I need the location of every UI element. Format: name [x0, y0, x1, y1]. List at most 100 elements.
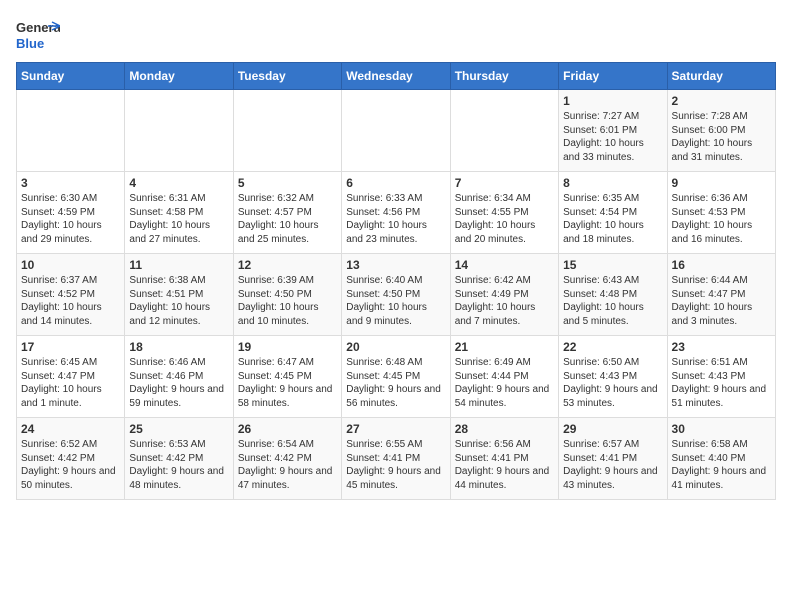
- day-number: 1: [563, 94, 662, 108]
- day-info: Sunrise: 6:37 AM Sunset: 4:52 PM Dayligh…: [21, 274, 120, 328]
- day-number: 12: [238, 258, 337, 272]
- col-header-thursday: Thursday: [450, 63, 558, 90]
- day-number: 13: [346, 258, 445, 272]
- day-info: Sunrise: 6:50 AM Sunset: 4:43 PM Dayligh…: [563, 356, 662, 410]
- day-number: 27: [346, 422, 445, 436]
- calendar-cell: 25 Sunrise: 6:53 AM Sunset: 4:42 PM Dayli…: [125, 418, 233, 500]
- day-number: 28: [455, 422, 554, 436]
- calendar-cell: 4 Sunrise: 6:31 AM Sunset: 4:58 PM Daylig…: [125, 172, 233, 254]
- calendar-cell: 13Sunrise: 6:40 AM Sunset: 4:50 PM Dayli…: [342, 254, 450, 336]
- day-info: Sunrise: 6:51 AM Sunset: 4:43 PM Dayligh…: [672, 356, 771, 410]
- day-number: 3: [21, 176, 120, 190]
- calendar-cell: 7 Sunrise: 6:34 AM Sunset: 4:55 PM Daylig…: [450, 172, 558, 254]
- day-number: 21: [455, 340, 554, 354]
- day-number: 20: [346, 340, 445, 354]
- day-number: 29: [563, 422, 662, 436]
- col-header-friday: Friday: [559, 63, 667, 90]
- calendar-cell: 19Sunrise: 6:47 AM Sunset: 4:45 PM Dayli…: [233, 336, 341, 418]
- day-info: Sunrise: 6:34 AM Sunset: 4:55 PM Dayligh…: [455, 192, 554, 246]
- day-info: Sunrise: 6:56 AM Sunset: 4:41 PM Dayligh…: [455, 438, 554, 492]
- day-info: Sunrise: 6:46 AM Sunset: 4:46 PM Dayligh…: [129, 356, 228, 410]
- calendar-cell: 9 Sunrise: 6:36 AM Sunset: 4:53 PM Daylig…: [667, 172, 775, 254]
- calendar-cell: 14 Sunrise: 6:42 AM Sunset: 4:49 PM Dayli…: [450, 254, 558, 336]
- week-row-1: 1 Sunrise: 7:27 AM Sunset: 6:01 PM Daylig…: [17, 90, 776, 172]
- day-info: Sunrise: 6:57 AM Sunset: 4:41 PM Dayligh…: [563, 438, 662, 492]
- calendar-cell: 1 Sunrise: 7:27 AM Sunset: 6:01 PM Daylig…: [559, 90, 667, 172]
- day-number: 19: [238, 340, 337, 354]
- day-number: 5: [238, 176, 337, 190]
- calendar-cell: [17, 90, 125, 172]
- day-number: 10: [21, 258, 120, 272]
- day-number: 30: [672, 422, 771, 436]
- calendar-cell: 11 Sunrise: 6:38 AM Sunset: 4:51 PM Dayli…: [125, 254, 233, 336]
- day-info: Sunrise: 6:43 AM Sunset: 4:48 PM Dayligh…: [563, 274, 662, 328]
- calendar-header-row: SundayMondayTuesdayWednesdayThursdayFrid…: [17, 63, 776, 90]
- week-row-4: 17 Sunrise: 6:45 AM Sunset: 4:47 PM Dayli…: [17, 336, 776, 418]
- day-info: Sunrise: 6:39 AM Sunset: 4:50 PM Dayligh…: [238, 274, 337, 328]
- day-number: 9: [672, 176, 771, 190]
- col-header-sunday: Sunday: [17, 63, 125, 90]
- svg-text:Blue: Blue: [16, 36, 44, 51]
- calendar-cell: 3 Sunrise: 6:30 AM Sunset: 4:59 PM Daylig…: [17, 172, 125, 254]
- day-info: Sunrise: 6:52 AM Sunset: 4:42 PM Dayligh…: [21, 438, 120, 492]
- day-number: 4: [129, 176, 228, 190]
- day-info: Sunrise: 6:48 AM Sunset: 4:45 PM Dayligh…: [346, 356, 445, 410]
- day-info: Sunrise: 6:44 AM Sunset: 4:47 PM Dayligh…: [672, 274, 771, 328]
- day-number: 24: [21, 422, 120, 436]
- day-info: Sunrise: 7:27 AM Sunset: 6:01 PM Dayligh…: [563, 110, 662, 164]
- day-info: Sunrise: 6:42 AM Sunset: 4:49 PM Dayligh…: [455, 274, 554, 328]
- logo-svg: General Blue: [16, 16, 60, 54]
- day-number: 23: [672, 340, 771, 354]
- logo: General Blue: [16, 16, 60, 54]
- col-header-saturday: Saturday: [667, 63, 775, 90]
- calendar-cell: [233, 90, 341, 172]
- day-info: Sunrise: 7:28 AM Sunset: 6:00 PM Dayligh…: [672, 110, 771, 164]
- day-info: Sunrise: 6:35 AM Sunset: 4:54 PM Dayligh…: [563, 192, 662, 246]
- calendar-cell: 26Sunrise: 6:54 AM Sunset: 4:42 PM Dayli…: [233, 418, 341, 500]
- day-number: 8: [563, 176, 662, 190]
- day-number: 17: [21, 340, 120, 354]
- calendar-cell: 27 Sunrise: 6:55 AM Sunset: 4:41 PM Dayli…: [342, 418, 450, 500]
- calendar-cell: 17 Sunrise: 6:45 AM Sunset: 4:47 PM Dayli…: [17, 336, 125, 418]
- calendar-cell: 5 Sunrise: 6:32 AM Sunset: 4:57 PM Daylig…: [233, 172, 341, 254]
- calendar-cell: 16 Sunrise: 6:44 AM Sunset: 4:47 PM Dayli…: [667, 254, 775, 336]
- day-info: Sunrise: 6:30 AM Sunset: 4:59 PM Dayligh…: [21, 192, 120, 246]
- calendar-cell: 30 Sunrise: 6:58 AM Sunset: 4:40 PM Dayli…: [667, 418, 775, 500]
- day-info: Sunrise: 6:38 AM Sunset: 4:51 PM Dayligh…: [129, 274, 228, 328]
- day-info: Sunrise: 6:36 AM Sunset: 4:53 PM Dayligh…: [672, 192, 771, 246]
- calendar-cell: 8 Sunrise: 6:35 AM Sunset: 4:54 PM Daylig…: [559, 172, 667, 254]
- calendar-cell: [125, 90, 233, 172]
- calendar-table: SundayMondayTuesdayWednesdayThursdayFrid…: [16, 62, 776, 500]
- col-header-monday: Monday: [125, 63, 233, 90]
- calendar-cell: 15 Sunrise: 6:43 AM Sunset: 4:48 PM Dayli…: [559, 254, 667, 336]
- calendar-cell: 21 Sunrise: 6:49 AM Sunset: 4:44 PM Dayli…: [450, 336, 558, 418]
- day-info: Sunrise: 6:58 AM Sunset: 4:40 PM Dayligh…: [672, 438, 771, 492]
- calendar-cell: 18 Sunrise: 6:46 AM Sunset: 4:46 PM Dayli…: [125, 336, 233, 418]
- day-number: 2: [672, 94, 771, 108]
- calendar-cell: 20 Sunrise: 6:48 AM Sunset: 4:45 PM Dayli…: [342, 336, 450, 418]
- day-info: Sunrise: 6:45 AM Sunset: 4:47 PM Dayligh…: [21, 356, 120, 410]
- calendar-cell: 28 Sunrise: 6:56 AM Sunset: 4:41 PM Dayli…: [450, 418, 558, 500]
- day-info: Sunrise: 6:53 AM Sunset: 4:42 PM Dayligh…: [129, 438, 228, 492]
- day-info: Sunrise: 6:32 AM Sunset: 4:57 PM Dayligh…: [238, 192, 337, 246]
- week-row-3: 10 Sunrise: 6:37 AM Sunset: 4:52 PM Dayli…: [17, 254, 776, 336]
- calendar-cell: 29 Sunrise: 6:57 AM Sunset: 4:41 PM Dayli…: [559, 418, 667, 500]
- day-info: Sunrise: 6:31 AM Sunset: 4:58 PM Dayligh…: [129, 192, 228, 246]
- calendar-cell: [342, 90, 450, 172]
- day-number: 16: [672, 258, 771, 272]
- col-header-tuesday: Tuesday: [233, 63, 341, 90]
- day-number: 18: [129, 340, 228, 354]
- day-number: 25: [129, 422, 228, 436]
- day-number: 7: [455, 176, 554, 190]
- day-number: 15: [563, 258, 662, 272]
- day-number: 11: [129, 258, 228, 272]
- day-info: Sunrise: 6:55 AM Sunset: 4:41 PM Dayligh…: [346, 438, 445, 492]
- calendar-cell: 6Sunrise: 6:33 AM Sunset: 4:56 PM Daylig…: [342, 172, 450, 254]
- page-header: General Blue: [16, 16, 776, 54]
- day-info: Sunrise: 6:33 AM Sunset: 4:56 PM Dayligh…: [346, 192, 445, 246]
- col-header-wednesday: Wednesday: [342, 63, 450, 90]
- week-row-2: 3 Sunrise: 6:30 AM Sunset: 4:59 PM Daylig…: [17, 172, 776, 254]
- calendar-cell: 22Sunrise: 6:50 AM Sunset: 4:43 PM Dayli…: [559, 336, 667, 418]
- day-number: 14: [455, 258, 554, 272]
- day-info: Sunrise: 6:49 AM Sunset: 4:44 PM Dayligh…: [455, 356, 554, 410]
